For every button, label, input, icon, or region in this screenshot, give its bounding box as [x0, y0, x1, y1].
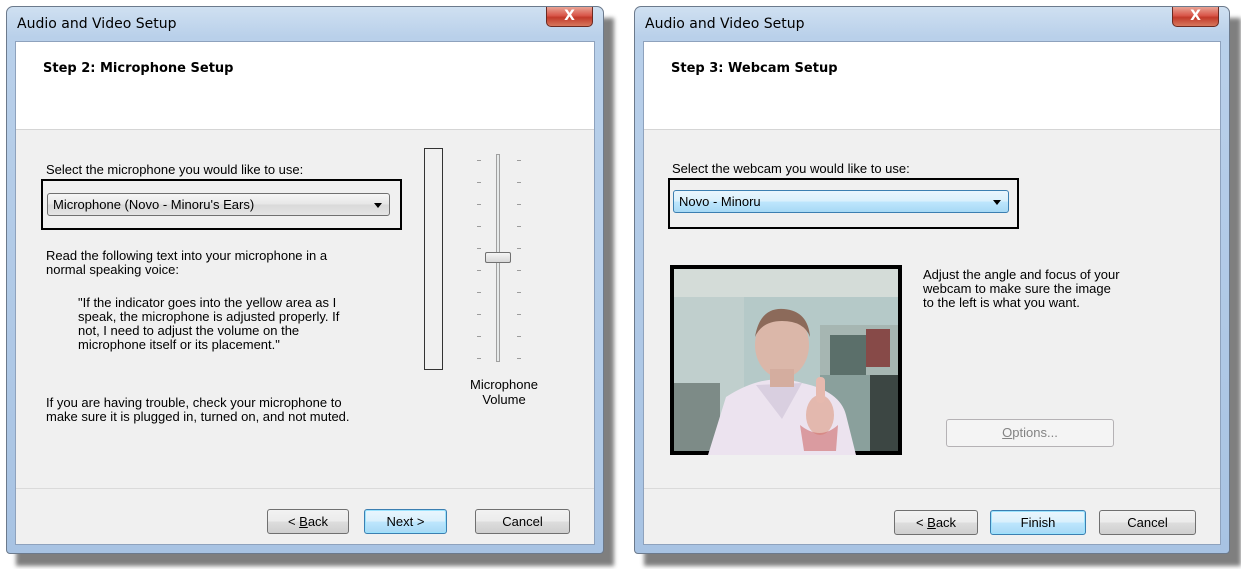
microphone-dropdown[interactable]: Microphone (Novo - Minoru's Ears): [47, 193, 390, 216]
title-bar[interactable]: Audio and Video Setup X: [643, 7, 1221, 41]
quote-line-4: microphone itself or its placement.": [78, 337, 280, 352]
volume-label-2: Volume: [482, 392, 526, 407]
volume-label-1: Microphone: [470, 377, 538, 392]
chevron-down-icon: [993, 200, 1001, 205]
slider-thumb[interactable]: [485, 252, 511, 263]
microphone-dropdown-value: Microphone (Novo - Minoru's Ears): [53, 197, 255, 212]
slider-tick: [477, 292, 481, 293]
slider-tick: [517, 314, 521, 315]
slider-tick: [477, 270, 481, 271]
webcam-dropdown-value: Novo - Minoru: [679, 194, 761, 209]
slider-tick: [517, 270, 521, 271]
footer-divider: [16, 488, 594, 489]
quote-line-2: speak, the microphone is adjusted proper…: [78, 309, 340, 324]
adjust-text-3: to the left is what you want.: [923, 295, 1080, 310]
step-title: Step 3: Webcam Setup: [671, 61, 838, 76]
dialog-client-area: Step 3: Webcam Setup Select the webcam y…: [643, 41, 1221, 545]
dialog-client-area: Step 2: Microphone Setup Select the micr…: [15, 41, 595, 545]
select-webcam-label: Select the webcam you would like to use:: [672, 161, 910, 176]
back-button[interactable]: < Back: [267, 509, 349, 534]
slider-tick: [477, 226, 481, 227]
adjust-text-1: Adjust the angle and focus of your: [923, 267, 1120, 282]
adjust-text-2: webcam to make sure the image: [923, 281, 1111, 296]
webcam-preview: [670, 265, 902, 455]
webcam-preview-image: [670, 265, 902, 455]
wizard-header: Step 2: Microphone Setup: [16, 42, 594, 130]
slider-tick: [477, 204, 481, 205]
quote-line-3: not, I need to adjust the volume on the: [78, 323, 300, 338]
cancel-button[interactable]: Cancel: [1099, 510, 1196, 535]
finish-button[interactable]: Finish: [990, 510, 1086, 535]
chevron-down-icon: [374, 203, 382, 208]
back-button[interactable]: < Back: [894, 510, 978, 535]
footer-divider: [644, 488, 1220, 489]
window-title: Audio and Video Setup: [645, 16, 805, 32]
wizard-header: Step 3: Webcam Setup: [644, 42, 1220, 130]
close-icon: X: [564, 8, 575, 24]
slider-tick: [517, 160, 521, 161]
slider-tick: [517, 248, 521, 249]
quote-line-1: "If the indicator goes into the yellow a…: [78, 295, 337, 310]
close-button[interactable]: X: [546, 7, 593, 27]
webcam-setup-dialog: Audio and Video Setup X Step 3: Webcam S…: [634, 6, 1230, 554]
title-bar[interactable]: Audio and Video Setup X: [15, 7, 595, 41]
select-microphone-label: Select the microphone you would like to …: [46, 162, 304, 177]
slider-tick: [477, 248, 481, 249]
slider-tick: [517, 204, 521, 205]
window-title: Audio and Video Setup: [17, 16, 177, 32]
trouble-text-2: make sure it is plugged in, turned on, a…: [46, 409, 350, 424]
slider-tick: [477, 182, 481, 183]
step-title: Step 2: Microphone Setup: [43, 61, 234, 76]
slider-tick: [517, 182, 521, 183]
slider-tick: [517, 226, 521, 227]
instruction-text-1: Read the following text into your microp…: [46, 248, 328, 263]
slider-tick: [477, 336, 481, 337]
slider-tick: [477, 160, 481, 161]
microphone-volume-slider[interactable]: [475, 154, 523, 366]
trouble-text-1: If you are having trouble, check your mi…: [46, 395, 342, 410]
options-button[interactable]: Options...: [946, 419, 1114, 447]
slider-tick: [477, 358, 481, 359]
webcam-dropdown[interactable]: Novo - Minoru: [673, 190, 1009, 213]
slider-tick: [517, 358, 521, 359]
slider-tick: [517, 336, 521, 337]
next-button[interactable]: Next >: [364, 509, 447, 534]
slider-tick: [477, 314, 481, 315]
instruction-text-2: normal speaking voice:: [46, 262, 179, 277]
close-icon: X: [1190, 8, 1201, 24]
volume-level-meter: [424, 148, 443, 370]
slider-tick: [517, 292, 521, 293]
close-button[interactable]: X: [1172, 7, 1219, 27]
cancel-button[interactable]: Cancel: [475, 509, 570, 534]
microphone-setup-dialog: Audio and Video Setup X Step 2: Micropho…: [6, 6, 604, 554]
